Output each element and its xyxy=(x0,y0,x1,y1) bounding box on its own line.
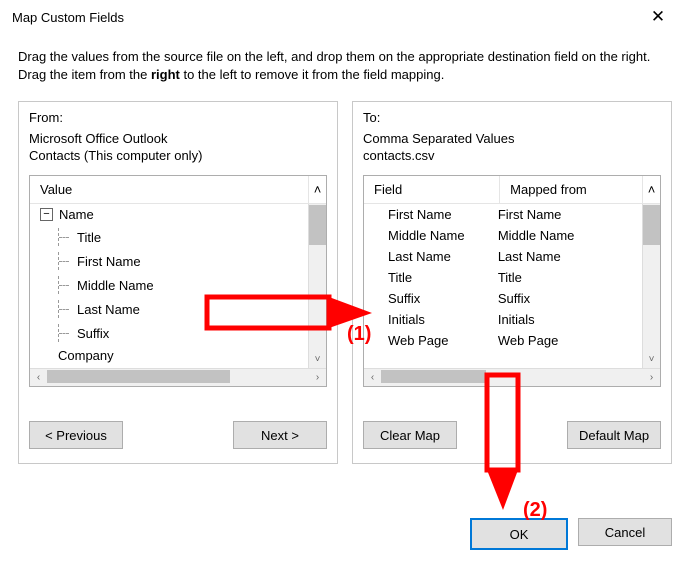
tree-collapse-icon[interactable]: − xyxy=(40,208,53,221)
from-source: Microsoft Office Outlook xyxy=(29,131,327,146)
from-hscrollbar[interactable]: ‹ › xyxy=(30,368,326,386)
scroll-up-icon[interactable]: ˄ xyxy=(643,176,660,203)
scroll-left-icon[interactable]: ‹ xyxy=(364,369,381,386)
list-item[interactable]: Last Name xyxy=(30,297,308,321)
to-column-mapped[interactable]: Mapped from xyxy=(500,176,643,203)
to-list-header: Field Mapped from ˄ xyxy=(364,176,660,204)
scroll-down-icon[interactable]: ˅ xyxy=(309,351,326,368)
to-scroll-thumb[interactable] xyxy=(643,205,660,245)
previous-button[interactable]: < Previous xyxy=(29,421,123,449)
from-rows[interactable]: −NameTitleFirst NameMiddle NameLast Name… xyxy=(30,204,308,368)
to-hscroll-thumb[interactable] xyxy=(381,370,486,383)
from-label: From: xyxy=(29,110,327,125)
to-hscrollbar[interactable]: ‹ › xyxy=(364,368,660,386)
instructions-text: Drag the values from the source file on … xyxy=(0,34,690,101)
panels-row: From: Microsoft Office Outlook Contacts … xyxy=(0,101,690,464)
from-panel-buttons: < Previous Next > xyxy=(29,421,327,449)
from-panel: From: Microsoft Office Outlook Contacts … xyxy=(18,101,338,464)
from-hscroll-thumb[interactable] xyxy=(47,370,230,383)
from-vscrollbar[interactable]: ˅ xyxy=(308,204,326,368)
titlebar: Map Custom Fields ✕ xyxy=(0,0,690,34)
to-rows[interactable]: First NameFirst NameMiddle NameMiddle Na… xyxy=(364,204,642,368)
table-row[interactable]: First NameFirst Name xyxy=(364,204,642,225)
table-row[interactable]: SuffixSuffix xyxy=(364,288,642,309)
list-item[interactable]: −Name xyxy=(30,204,308,225)
table-row[interactable]: Web PageWeb Page xyxy=(364,330,642,351)
from-sublabel: Contacts (This computer only) xyxy=(29,148,327,163)
from-listbox[interactable]: Value ˄ −NameTitleFirst NameMiddle NameL… xyxy=(29,175,327,387)
dialog-window: Map Custom Fields ✕ Drag the values from… xyxy=(0,0,690,566)
scroll-right-icon[interactable]: › xyxy=(309,369,326,386)
list-item[interactable]: Title xyxy=(30,225,308,249)
to-label: To: xyxy=(363,110,661,125)
next-button[interactable]: Next > xyxy=(233,421,327,449)
to-vscrollbar[interactable]: ˅ xyxy=(642,204,660,368)
list-item[interactable]: Middle Name xyxy=(30,273,308,297)
to-list-body: First NameFirst NameMiddle NameMiddle Na… xyxy=(364,204,660,368)
close-icon[interactable]: ✕ xyxy=(638,3,678,31)
to-panel-buttons: Clear Map Default Map xyxy=(363,421,661,449)
from-scroll-thumb[interactable] xyxy=(309,205,326,245)
table-row[interactable]: Middle NameMiddle Name xyxy=(364,225,642,246)
to-sublabel: contacts.csv xyxy=(363,148,661,163)
list-item[interactable]: First Name xyxy=(30,249,308,273)
list-item[interactable]: Company xyxy=(30,345,308,366)
to-column-field[interactable]: Field xyxy=(364,176,500,203)
scroll-left-icon[interactable]: ‹ xyxy=(30,369,47,386)
cancel-button[interactable]: Cancel xyxy=(578,518,672,546)
to-listbox[interactable]: Field Mapped from ˄ First NameFirst Name… xyxy=(363,175,661,387)
from-column-value[interactable]: Value xyxy=(30,176,309,203)
scroll-down-icon[interactable]: ˅ xyxy=(643,351,660,368)
from-list-body: −NameTitleFirst NameMiddle NameLast Name… xyxy=(30,204,326,368)
ok-button[interactable]: OK xyxy=(470,518,568,550)
to-source: Comma Separated Values xyxy=(363,131,661,146)
table-row[interactable]: Last NameLast Name xyxy=(364,246,642,267)
scroll-up-icon[interactable]: ˄ xyxy=(309,176,326,203)
list-item[interactable]: Suffix xyxy=(30,321,308,345)
dialog-title: Map Custom Fields xyxy=(12,10,638,25)
to-panel: To: Comma Separated Values contacts.csv … xyxy=(352,101,672,464)
dialog-footer-buttons: OK Cancel xyxy=(470,518,672,550)
clear-map-button[interactable]: Clear Map xyxy=(363,421,457,449)
scroll-right-icon[interactable]: › xyxy=(643,369,660,386)
table-row[interactable]: InitialsInitials xyxy=(364,309,642,330)
from-list-header: Value ˄ xyxy=(30,176,326,204)
default-map-button[interactable]: Default Map xyxy=(567,421,661,449)
table-row[interactable]: TitleTitle xyxy=(364,267,642,288)
